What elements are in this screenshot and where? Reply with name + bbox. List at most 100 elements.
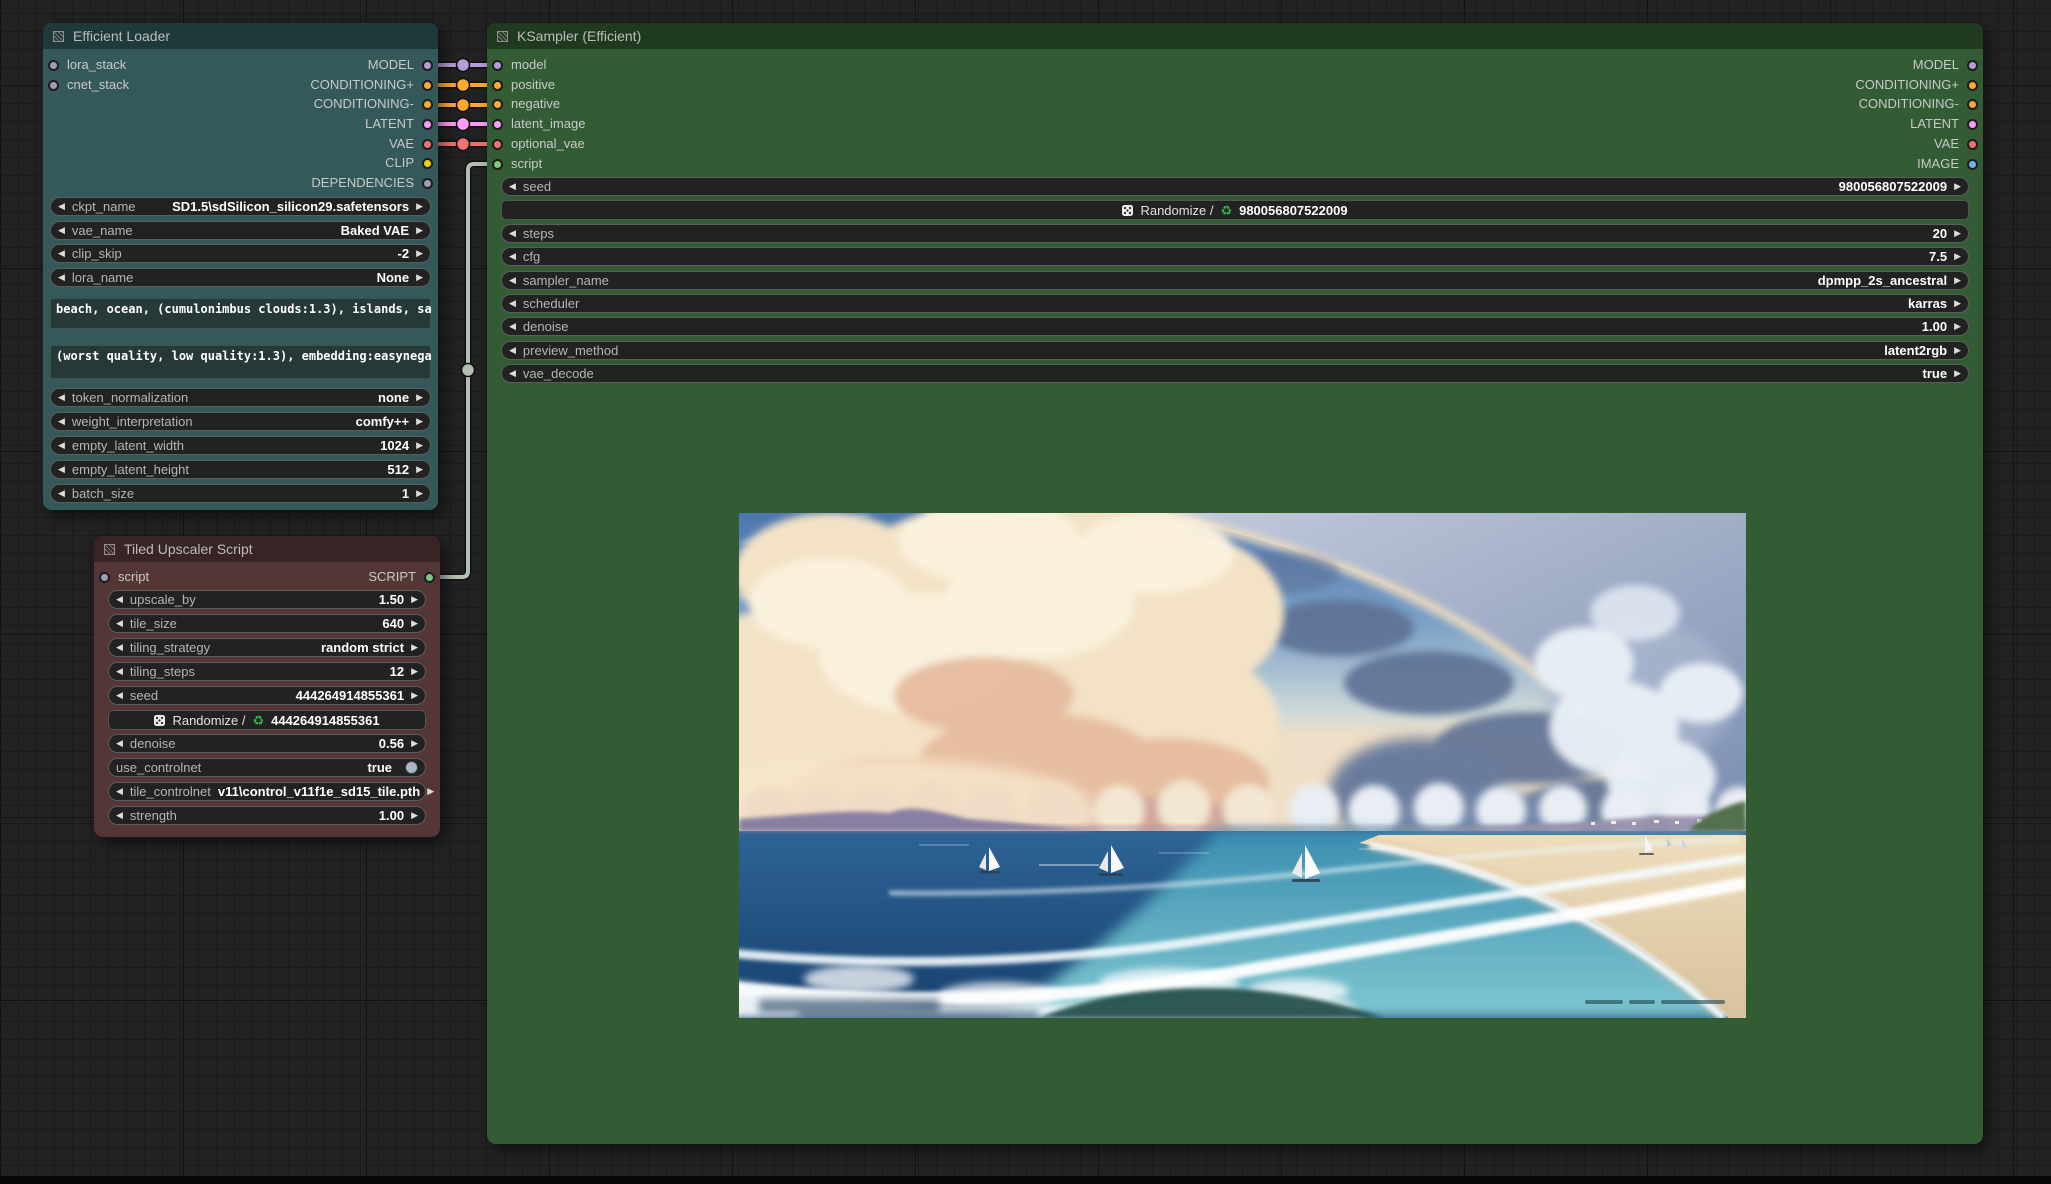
increment-arrow-icon[interactable]: ▶	[411, 691, 418, 700]
input-port-latent-image[interactable]	[492, 119, 503, 130]
randomize-upscaler-seed-button[interactable]: Randomize / ♻ 444264914855361	[108, 710, 426, 730]
widget-seed[interactable]: ◀ seed 980056807522009 ▶	[501, 177, 1969, 196]
widget-preview-method[interactable]: ◀ preview_method latent2rgb ▶	[501, 341, 1969, 360]
increment-arrow-icon[interactable]: ▶	[411, 667, 418, 676]
decrement-arrow-icon[interactable]: ◀	[116, 595, 123, 604]
decrement-arrow-icon[interactable]: ◀	[58, 393, 65, 402]
output-port-latent[interactable]	[1967, 119, 1978, 130]
increment-arrow-icon[interactable]: ▶	[416, 226, 423, 235]
increment-arrow-icon[interactable]: ▶	[427, 787, 434, 796]
input-port-optional-vae[interactable]	[492, 139, 503, 150]
widget-upscaler-seed[interactable]: ◀ seed 444264914855361 ▶	[108, 686, 426, 705]
increment-arrow-icon[interactable]: ▶	[1954, 369, 1961, 378]
widget-lora-name[interactable]: ◀ lora_name None ▶	[50, 268, 431, 287]
widget-empty-latent-height[interactable]: ◀ empty_latent_height 512 ▶	[50, 460, 431, 479]
output-port-conditioning-plus[interactable]	[422, 80, 433, 91]
decrement-arrow-icon[interactable]: ◀	[116, 691, 123, 700]
increment-arrow-icon[interactable]: ▶	[416, 441, 423, 450]
widget-steps[interactable]: ◀ steps 20 ▶	[501, 224, 1969, 243]
increment-arrow-icon[interactable]: ▶	[1954, 252, 1961, 261]
output-port-vae[interactable]	[422, 139, 433, 150]
node-ksampler-efficient[interactable]: KSampler (Efficient) model positive nega…	[487, 23, 1983, 1144]
output-port-vae[interactable]	[1967, 139, 1978, 150]
widget-use-controlnet[interactable]: use_controlnet true	[108, 758, 426, 777]
input-port-script[interactable]	[99, 572, 110, 583]
decrement-arrow-icon[interactable]: ◀	[509, 369, 516, 378]
node-tiled-upscaler-script[interactable]: Tiled Upscaler Script script SCRIPT ◀ up…	[94, 536, 440, 837]
increment-arrow-icon[interactable]: ▶	[416, 393, 423, 402]
widget-tile-size[interactable]: ◀ tile_size 640 ▶	[108, 614, 426, 633]
output-port-script[interactable]	[424, 572, 435, 583]
decrement-arrow-icon[interactable]: ◀	[58, 226, 65, 235]
node-ksampler-titlebar[interactable]: KSampler (Efficient)	[487, 23, 1983, 49]
increment-arrow-icon[interactable]: ▶	[416, 273, 423, 282]
collapse-icon[interactable]	[497, 31, 508, 42]
decrement-arrow-icon[interactable]: ◀	[116, 811, 123, 820]
increment-arrow-icon[interactable]: ▶	[411, 811, 418, 820]
output-port-image[interactable]	[1967, 159, 1978, 170]
decrement-arrow-icon[interactable]: ◀	[58, 465, 65, 474]
increment-arrow-icon[interactable]: ▶	[416, 465, 423, 474]
output-port-clip[interactable]	[422, 158, 433, 169]
output-port-latent[interactable]	[422, 119, 433, 130]
input-port-positive[interactable]	[492, 80, 503, 91]
widget-vae-decode[interactable]: ◀ vae_decode true ▶	[501, 364, 1969, 383]
increment-arrow-icon[interactable]: ▶	[411, 595, 418, 604]
output-port-conditioning-minus[interactable]	[1967, 99, 1978, 110]
increment-arrow-icon[interactable]: ▶	[416, 489, 423, 498]
decrement-arrow-icon[interactable]: ◀	[116, 667, 123, 676]
widget-vae-name[interactable]: ◀ vae_name Baked VAE ▶	[50, 221, 431, 240]
widget-sampler-name[interactable]: ◀ sampler_name dpmpp_2s_ancestral ▶	[501, 271, 1969, 290]
collapse-icon[interactable]	[104, 544, 115, 555]
decrement-arrow-icon[interactable]: ◀	[116, 739, 123, 748]
increment-arrow-icon[interactable]: ▶	[1954, 322, 1961, 331]
widget-strength[interactable]: ◀ strength 1.00 ▶	[108, 806, 426, 825]
decrement-arrow-icon[interactable]: ◀	[509, 182, 516, 191]
increment-arrow-icon[interactable]: ▶	[1954, 299, 1961, 308]
node-graph-canvas[interactable]: Efficient Loader lora_stack cnet_stack M…	[0, 0, 2051, 1184]
positive-prompt-textarea[interactable]: beach, ocean, (cumulonimbus clouds:1.3),…	[50, 298, 431, 329]
widget-upscale-by[interactable]: ◀ upscale_by 1.50 ▶	[108, 590, 426, 609]
increment-arrow-icon[interactable]: ▶	[416, 249, 423, 258]
increment-arrow-icon[interactable]: ▶	[1954, 346, 1961, 355]
widget-tiling-strategy[interactable]: ◀ tiling_strategy random strict ▶	[108, 638, 426, 657]
negative-prompt-textarea[interactable]: (worst quality, low quality:1.3), embedd…	[50, 345, 431, 379]
widget-denoise[interactable]: ◀ denoise 1.00 ▶	[501, 317, 1969, 336]
output-port-conditioning-plus[interactable]	[1967, 80, 1978, 91]
decrement-arrow-icon[interactable]: ◀	[58, 489, 65, 498]
widget-token-normalization[interactable]: ◀ token_normalization none ▶	[50, 388, 431, 407]
increment-arrow-icon[interactable]: ▶	[1954, 182, 1961, 191]
widget-batch-size[interactable]: ◀ batch_size 1 ▶	[50, 484, 431, 503]
increment-arrow-icon[interactable]: ▶	[411, 619, 418, 628]
output-port-conditioning-minus[interactable]	[422, 99, 433, 110]
decrement-arrow-icon[interactable]: ◀	[509, 252, 516, 261]
input-port-negative[interactable]	[492, 99, 503, 110]
widget-tiling-steps[interactable]: ◀ tiling_steps 12 ▶	[108, 662, 426, 681]
decrement-arrow-icon[interactable]: ◀	[116, 619, 123, 628]
input-port-lora-stack[interactable]	[48, 60, 59, 71]
widget-scheduler[interactable]: ◀ scheduler karras ▶	[501, 294, 1969, 313]
node-tiled-upscaler-titlebar[interactable]: Tiled Upscaler Script	[94, 536, 440, 562]
decrement-arrow-icon[interactable]: ◀	[509, 322, 516, 331]
output-port-dependencies[interactable]	[422, 178, 433, 189]
increment-arrow-icon[interactable]: ▶	[416, 202, 423, 211]
input-port-model[interactable]	[492, 60, 503, 71]
boolean-toggle[interactable]	[405, 761, 418, 774]
decrement-arrow-icon[interactable]: ◀	[58, 202, 65, 211]
collapse-icon[interactable]	[53, 31, 64, 42]
decrement-arrow-icon[interactable]: ◀	[116, 787, 123, 796]
decrement-arrow-icon[interactable]: ◀	[58, 273, 65, 282]
decrement-arrow-icon[interactable]: ◀	[58, 249, 65, 258]
output-port-model[interactable]	[1967, 60, 1978, 71]
decrement-arrow-icon[interactable]: ◀	[116, 643, 123, 652]
increment-arrow-icon[interactable]: ▶	[1954, 276, 1961, 285]
decrement-arrow-icon[interactable]: ◀	[58, 441, 65, 450]
widget-empty-latent-width[interactable]: ◀ empty_latent_width 1024 ▶	[50, 436, 431, 455]
input-port-script[interactable]	[492, 159, 503, 170]
increment-arrow-icon[interactable]: ▶	[411, 643, 418, 652]
decrement-arrow-icon[interactable]: ◀	[509, 299, 516, 308]
widget-upscaler-denoise[interactable]: ◀ denoise 0.56 ▶	[108, 734, 426, 753]
widget-tile-controlnet[interactable]: ◀ tile_controlnet v11\control_v11f1e_sd1…	[108, 782, 426, 801]
node-efficient-loader[interactable]: Efficient Loader lora_stack cnet_stack M…	[43, 23, 438, 510]
randomize-seed-button[interactable]: Randomize / ♻ 980056807522009	[501, 200, 1969, 220]
